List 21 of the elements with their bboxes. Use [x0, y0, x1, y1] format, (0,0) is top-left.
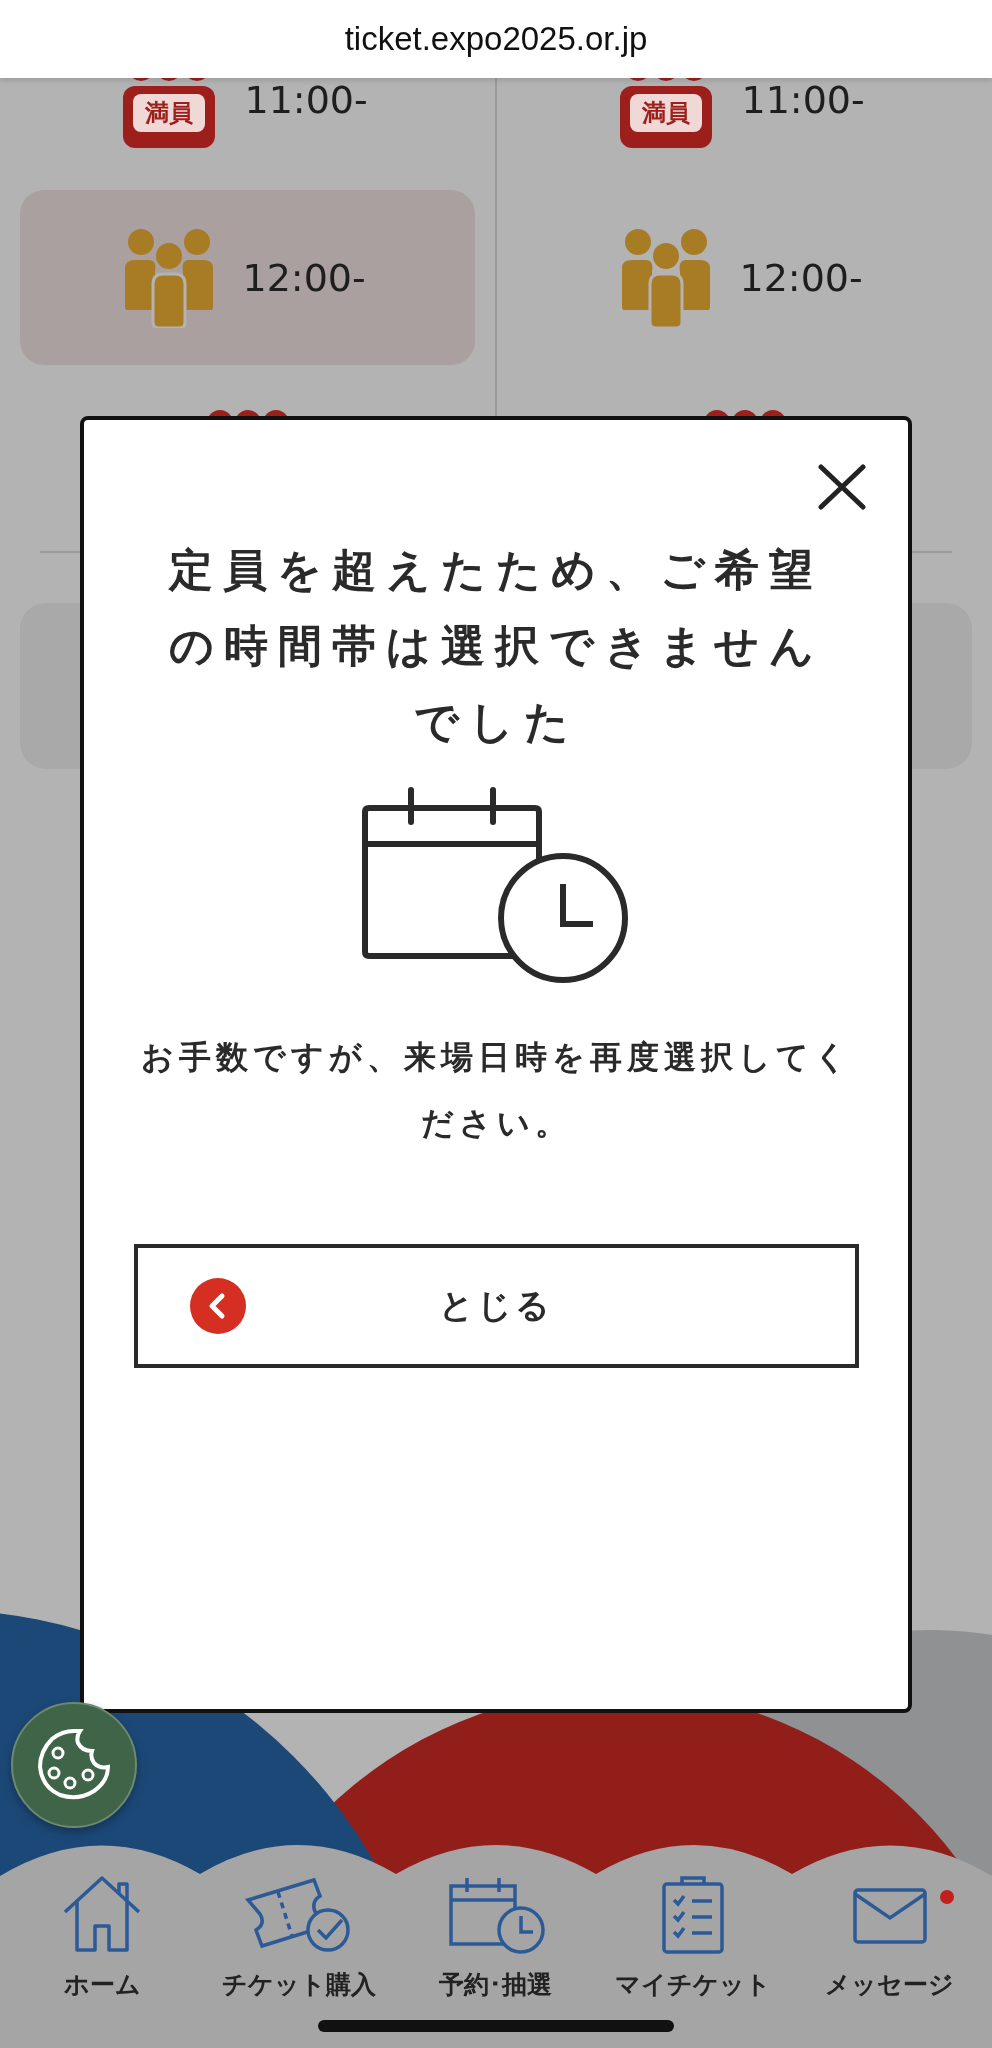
time-slot[interactable]: 12:00- — [20, 190, 475, 365]
address-bar-url[interactable]: ticket.expo2025.or.jp — [344, 20, 648, 58]
people-icon — [122, 227, 215, 328]
time-slot[interactable]: 満員 11:00- — [20, 78, 475, 189]
slot-time: 12:00- — [739, 255, 864, 300]
nav-item[interactable]: ホーム — [4, 1874, 201, 2001]
slot-time: 11:00- — [741, 78, 866, 122]
close-button[interactable] — [818, 464, 866, 510]
nav-item[interactable]: メッセージ — [791, 1874, 988, 2001]
nav-item[interactable]: マイチケット — [594, 1874, 791, 2001]
dialog-message: お手数ですが、来場日時を再度選択してください。 — [139, 1037, 853, 1144]
dialog-title: 定員を超えたため、ご希望の時間帯は選択できませんでした — [167, 543, 825, 749]
people-icon — [619, 227, 712, 328]
time-slot[interactable]: 12:00- — [517, 190, 972, 365]
close-icon — [818, 464, 866, 510]
nav-item[interactable]: 予約･抽選 — [398, 1874, 594, 2001]
nav-item[interactable]: チケット購入 — [201, 1874, 398, 2001]
close-dialog-button[interactable]: とじる — [133, 1244, 859, 1368]
time-slot[interactable]: 満員 11:00- — [517, 78, 972, 189]
slot-time: 11:00- — [244, 78, 369, 122]
slot-time: 12:00- — [242, 255, 367, 300]
